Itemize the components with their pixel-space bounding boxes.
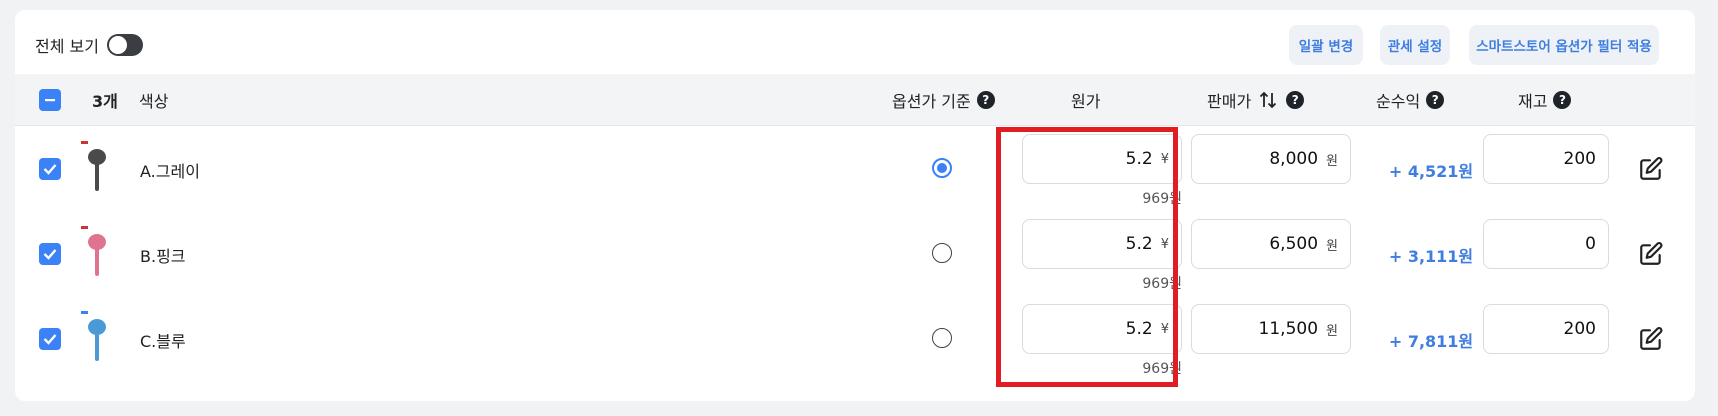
- cost-currency: ¥: [1160, 236, 1169, 252]
- price-value: 8,000: [1269, 149, 1319, 169]
- stock-input[interactable]: 0: [1483, 219, 1609, 269]
- option-name: B.핑크: [140, 247, 186, 266]
- col-price: 판매가 ?: [1207, 74, 1305, 126]
- cost-currency: ¥: [1160, 151, 1169, 167]
- question-circle-icon[interactable]: ?: [1286, 91, 1305, 109]
- cost-krw: 969원: [1142, 361, 1182, 377]
- cost-input[interactable]: 5.2 ¥: [1022, 219, 1182, 269]
- table-row: C.블루 5.2 ¥ 969원 11,500 원 + 7,811원 200: [15, 296, 1695, 381]
- checkmark-icon: [43, 164, 57, 175]
- cost-value: 5.2: [1125, 234, 1153, 254]
- net-profit: + 4,521원: [1388, 162, 1474, 181]
- row-checkbox[interactable]: [39, 158, 61, 180]
- select-all-cell: [39, 74, 61, 126]
- col-price-label: 판매가: [1207, 92, 1252, 111]
- option-base-radio[interactable]: [932, 328, 952, 348]
- stock-value: 200: [1563, 149, 1596, 169]
- cost-krw: 969원: [1142, 191, 1182, 207]
- view-all-toggle[interactable]: [106, 34, 143, 56]
- row-checkbox[interactable]: [39, 243, 61, 265]
- stock-value: 200: [1563, 319, 1596, 339]
- toolbar: 전체 보기 일괄 변경 관세 설정 스마트스토어 옵션가 필터 적용: [15, 10, 1695, 74]
- cost-input[interactable]: 5.2 ¥: [1022, 304, 1182, 354]
- product-thumbnail: [81, 141, 106, 191]
- edit-pencil-icon[interactable]: [1638, 241, 1664, 267]
- row-checkbox[interactable]: [39, 328, 61, 350]
- col-option-base-label: 옵션가 기준: [892, 92, 971, 111]
- table-row: B.핑크 5.2 ¥ 969원 6,500 원 + 3,111원 0: [15, 211, 1695, 296]
- net-profit: + 7,811원: [1388, 332, 1474, 351]
- price-unit: 원: [1326, 153, 1338, 169]
- option-base-radio[interactable]: [932, 158, 952, 178]
- edit-pencil-icon[interactable]: [1638, 326, 1664, 352]
- option-base-radio[interactable]: [932, 243, 952, 263]
- col-stock: 재고 ?: [1518, 74, 1572, 126]
- checkmark-icon: [43, 249, 57, 260]
- price-unit: 원: [1326, 238, 1338, 254]
- price-input[interactable]: 6,500 원: [1191, 219, 1351, 269]
- product-thumbnail: [81, 311, 106, 361]
- price-input[interactable]: 8,000 원: [1191, 134, 1351, 184]
- option-name: A.그레이: [140, 162, 200, 181]
- col-profit: 순수익 ?: [1376, 74, 1445, 126]
- price-value: 6,500: [1269, 234, 1319, 254]
- edit-pencil-icon[interactable]: [1638, 156, 1664, 182]
- question-circle-icon[interactable]: ?: [1553, 91, 1572, 109]
- col-option-base: 옵션가 기준 ?: [892, 74, 995, 126]
- option-panel: 전체 보기 일괄 변경 관세 설정 스마트스토어 옵션가 필터 적용 3개 색상…: [15, 10, 1695, 401]
- col-cost: 원가: [1071, 92, 1101, 111]
- view-all-control: 전체 보기: [35, 33, 143, 57]
- option-name: C.블루: [140, 332, 186, 351]
- customs-setting-button[interactable]: 관세 설정: [1380, 25, 1450, 65]
- net-profit: + 3,111원: [1388, 247, 1474, 266]
- col-stock-label: 재고: [1518, 92, 1548, 111]
- price-value: 11,500: [1258, 319, 1319, 339]
- bulk-change-button[interactable]: 일괄 변경: [1289, 25, 1363, 65]
- table-row: A.그레이 5.2 ¥ 969원 8,000 원 + 4,521원 200: [15, 126, 1695, 211]
- toggle-knob: [108, 36, 127, 54]
- minus-checkbox-icon: [45, 99, 55, 102]
- row-count: 3개: [92, 92, 118, 111]
- cost-input[interactable]: 5.2 ¥: [1022, 134, 1182, 184]
- col-color: 색상: [139, 92, 169, 111]
- stock-input[interactable]: 200: [1483, 134, 1609, 184]
- stock-input[interactable]: 200: [1483, 304, 1609, 354]
- checkmark-icon: [43, 334, 57, 345]
- price-unit: 원: [1326, 323, 1338, 339]
- cost-value: 5.2: [1125, 149, 1153, 169]
- col-profit-label: 순수익: [1376, 92, 1421, 111]
- cost-currency: ¥: [1160, 321, 1169, 337]
- cost-krw: 969원: [1142, 276, 1182, 292]
- price-input[interactable]: 11,500 원: [1191, 304, 1351, 354]
- table-header: 3개 색상 옵션가 기준 ? 원가 판매가 ? 순수익 ? 재고 ?: [15, 74, 1695, 126]
- sort-updown-icon[interactable]: [1259, 90, 1277, 110]
- cost-value: 5.2: [1125, 319, 1153, 339]
- smartstore-filter-button[interactable]: 스마트스토어 옵션가 필터 적용: [1469, 25, 1659, 65]
- product-thumbnail: [81, 226, 106, 276]
- stock-value: 0: [1585, 234, 1596, 254]
- select-all-checkbox[interactable]: [39, 89, 61, 111]
- question-circle-icon[interactable]: ?: [1426, 91, 1445, 109]
- view-all-label: 전체 보기: [35, 37, 99, 56]
- question-circle-icon[interactable]: ?: [976, 91, 995, 109]
